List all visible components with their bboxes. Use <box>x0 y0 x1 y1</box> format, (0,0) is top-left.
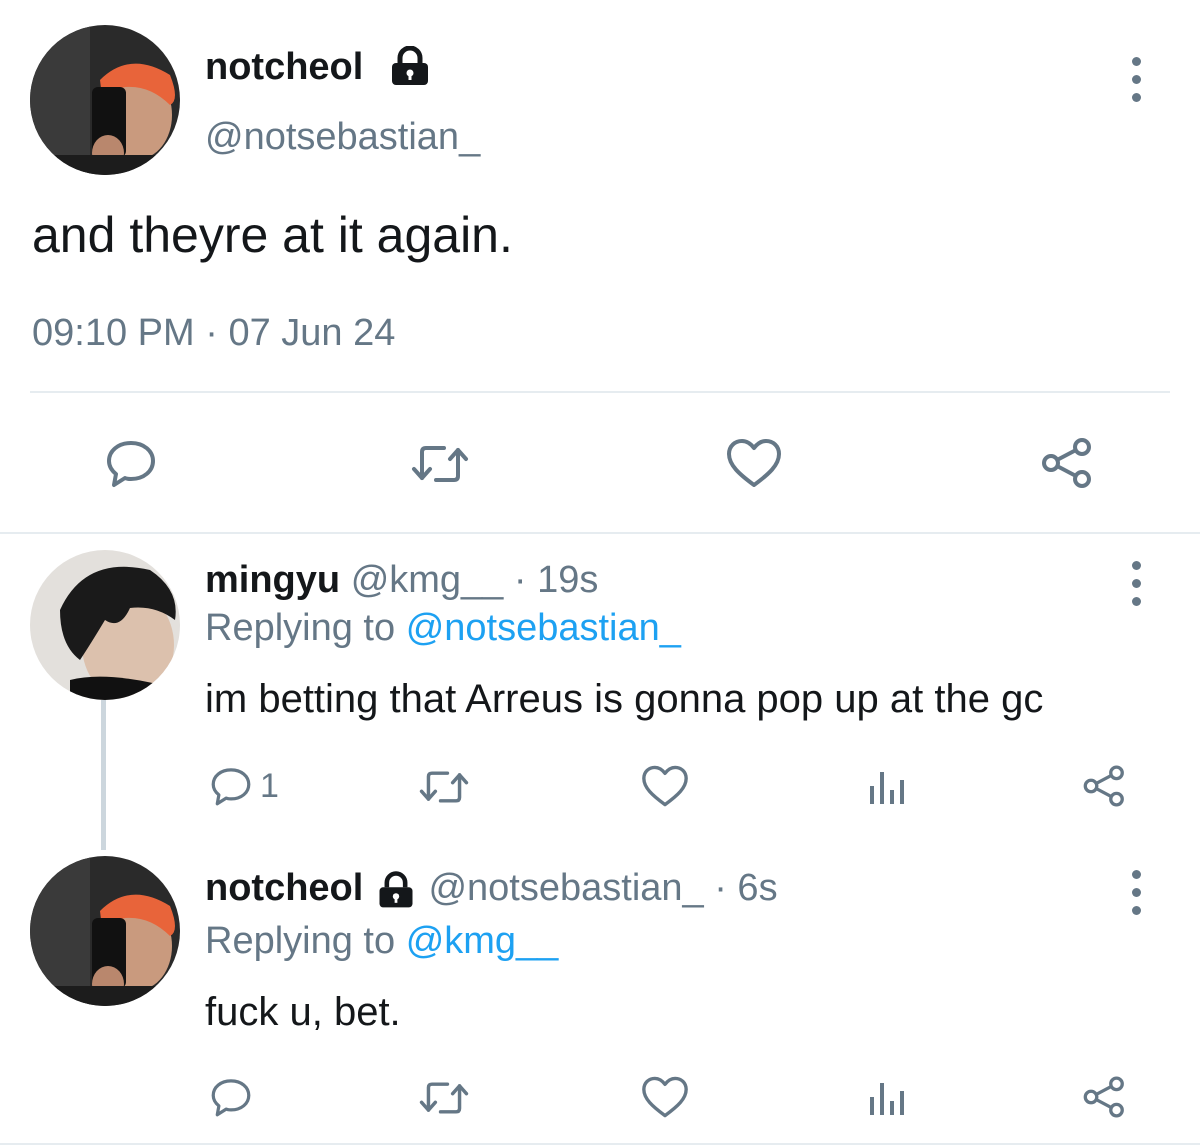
replying-to: Replying to @notsebastian_ <box>205 605 681 651</box>
mention-link[interactable]: @notsebastian_ <box>406 607 681 649</box>
handle[interactable]: @notsebastian_ <box>428 867 703 909</box>
analytics-icon <box>870 1083 904 1115</box>
reply-text: im betting that Arreus is gonna pop up a… <box>205 677 1044 721</box>
reply-icon <box>211 768 251 806</box>
analytics-button[interactable] <box>866 1079 906 1117</box>
replying-prefix: Replying to <box>205 607 396 649</box>
like-button[interactable] <box>640 1075 690 1119</box>
replying-prefix: Replying to <box>205 920 396 962</box>
share-icon <box>1083 765 1124 807</box>
display-name[interactable]: notcheol <box>205 867 363 909</box>
reply-header: mingyu @kmg__ · 19s <box>205 557 598 603</box>
tweet-timestamp: 09:10 PM · 07 Jun 24 <box>32 310 395 356</box>
tweet-time: 09:10 PM <box>32 312 195 354</box>
avatar-notcheol-reply[interactable] <box>30 856 180 1006</box>
share-icon <box>1083 1076 1124 1118</box>
analytics-button[interactable] <box>866 768 906 806</box>
handle[interactable]: @notsebastian_ <box>205 114 480 160</box>
thread-line <box>101 700 106 850</box>
share-button[interactable] <box>1082 1075 1128 1119</box>
handle[interactable]: @kmg__ <box>351 559 504 601</box>
tweet-date: 07 Jun 24 <box>228 312 396 354</box>
retweet-icon <box>419 1082 469 1114</box>
replying-to: Replying to @kmg__ <box>205 918 558 964</box>
divider <box>30 391 1170 393</box>
lock-icon <box>379 871 413 908</box>
like-icon <box>642 765 688 807</box>
retweet-icon <box>419 771 469 803</box>
reply-text: fuck u, bet. <box>205 990 401 1034</box>
bottom-divider <box>0 1143 1200 1145</box>
reply-age: · 6s <box>714 867 778 909</box>
share-icon <box>1042 438 1091 488</box>
reply-icon <box>211 1079 251 1117</box>
like-button[interactable] <box>640 764 690 808</box>
section-divider <box>0 532 1200 534</box>
avatar-mingyu[interactable] <box>30 550 180 700</box>
retweet-button[interactable] <box>418 768 470 806</box>
share-button[interactable] <box>1082 764 1128 808</box>
tweet-text: and theyre at it again. <box>32 207 513 263</box>
retweet-icon <box>412 446 468 482</box>
like-icon <box>727 439 781 487</box>
like-button[interactable] <box>725 437 783 489</box>
reply-button[interactable] <box>105 437 157 489</box>
reply-icon <box>107 441 155 487</box>
analytics-icon <box>870 772 904 804</box>
display-name[interactable]: mingyu <box>205 559 340 601</box>
mention-link[interactable]: @kmg__ <box>406 920 559 962</box>
like-icon <box>642 1076 688 1118</box>
display-name[interactable]: notcheol <box>205 44 363 90</box>
retweet-button[interactable] <box>418 1079 470 1117</box>
separator: · <box>205 312 218 354</box>
reply-age: · 19s <box>513 559 599 601</box>
reply-button[interactable] <box>208 1076 254 1118</box>
retweet-button[interactable] <box>410 442 470 486</box>
share-button[interactable] <box>1040 437 1096 489</box>
more-icon[interactable] <box>1130 57 1142 102</box>
reply-header: notcheol @notsebastian_ · 6s <box>205 865 778 911</box>
avatar-notcheol-main[interactable] <box>30 25 180 175</box>
reply-count: 1 <box>260 767 279 805</box>
more-icon[interactable] <box>1130 870 1142 915</box>
reply-button[interactable]: 1 <box>208 765 279 807</box>
lock-icon <box>392 46 428 85</box>
more-icon[interactable] <box>1130 561 1142 606</box>
